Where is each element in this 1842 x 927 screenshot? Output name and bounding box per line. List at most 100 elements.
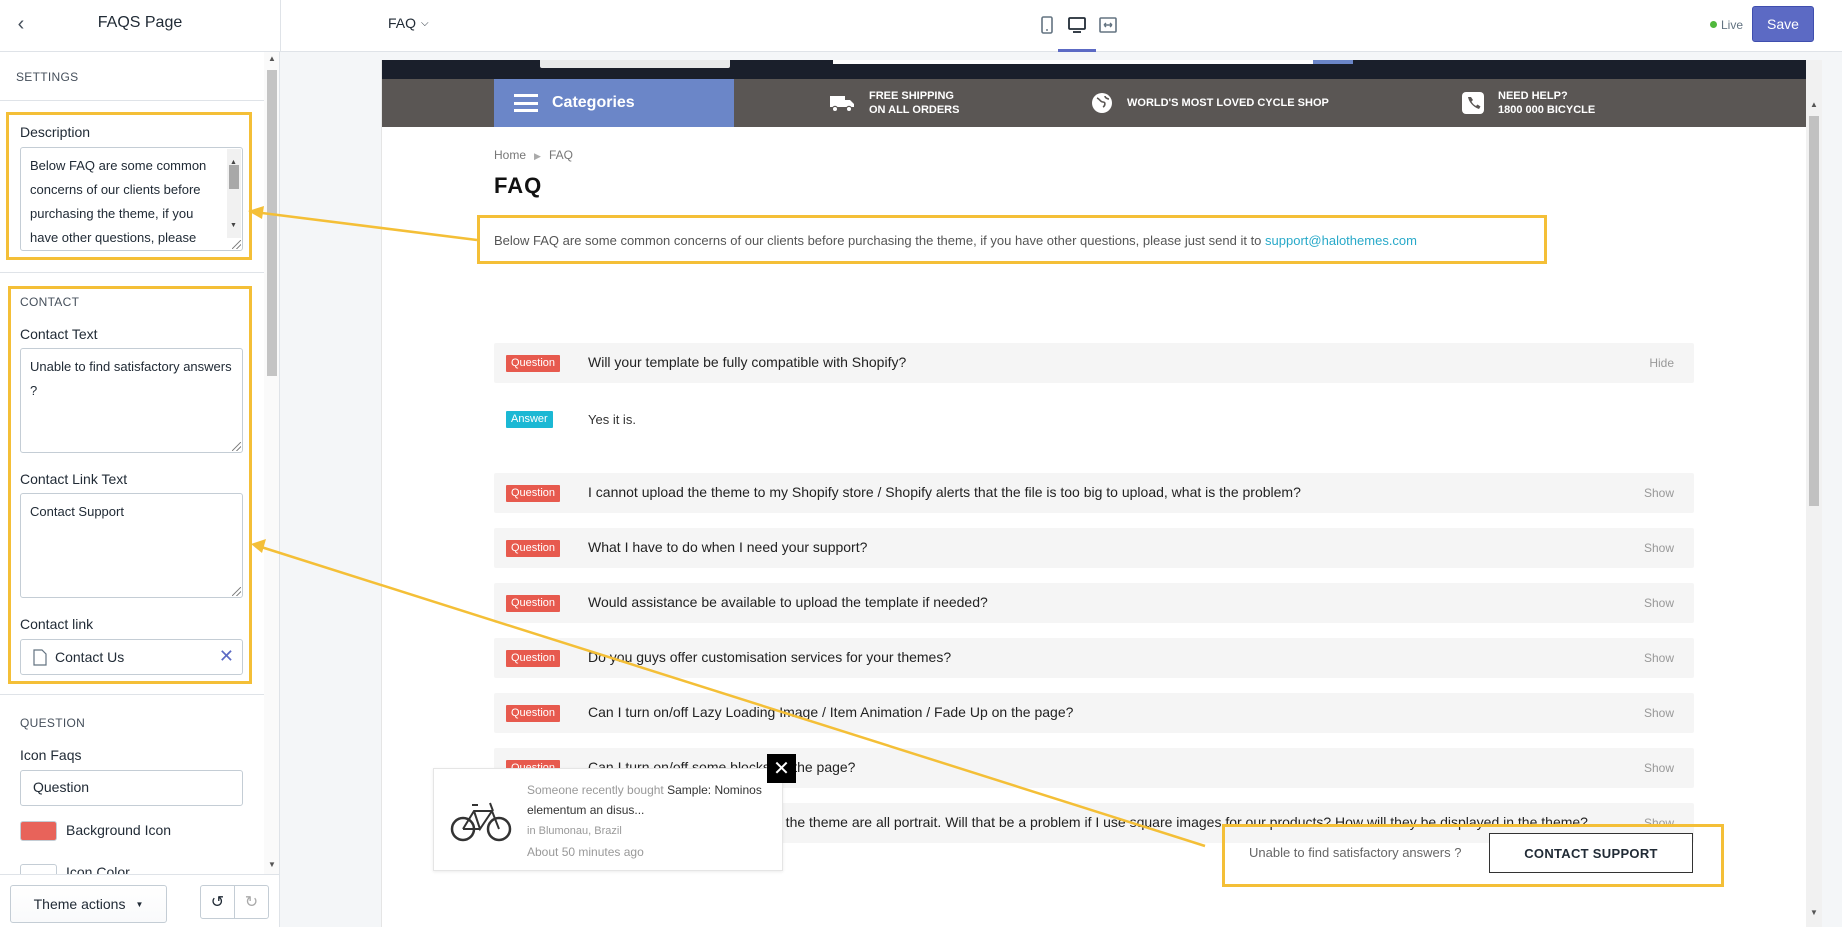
resize-handle-icon[interactable]: [232, 587, 241, 596]
popup-time: About 50 minutes ago: [527, 845, 644, 859]
contact-header: CONTACT: [20, 295, 80, 309]
help-line-2: 1800 000 BICYCLE: [1498, 104, 1596, 116]
show-toggle[interactable]: Show: [1644, 651, 1674, 665]
store-navbar: Categories FREE SHIPPING ON ALL ORDERS WO…: [382, 79, 1806, 127]
textarea-scrollbar[interactable]: ▲ ▼: [227, 149, 241, 238]
undo-button[interactable]: ↺: [200, 885, 235, 919]
contact-link-text-textarea[interactable]: Contact Support: [20, 493, 243, 598]
show-toggle[interactable]: Show: [1644, 596, 1674, 610]
contact-text-label: Contact Text: [20, 326, 98, 342]
show-toggle[interactable]: Show: [1644, 761, 1674, 775]
faq-question-row[interactable]: Question Will your template be fully com…: [494, 343, 1694, 383]
store-logo[interactable]: [540, 60, 730, 68]
clear-link-icon[interactable]: ✕: [219, 646, 234, 667]
faq-question-row[interactable]: Question I cannot upload the theme to my…: [494, 473, 1694, 513]
question-badge: Question: [506, 355, 561, 372]
help-info: NEED HELP? 1800 000 BICYCLE: [1462, 79, 1595, 127]
contact-link-text-label: Contact Link Text: [20, 471, 128, 487]
description-textarea[interactable]: Below FAQ are some common concerns of ou…: [20, 147, 243, 251]
mobile-view-icon[interactable]: [1036, 14, 1058, 36]
sidebar-divider: [0, 272, 264, 273]
page-select-dropdown[interactable]: FAQ ⌵: [388, 15, 429, 31]
categories-menu-button[interactable]: Categories: [494, 79, 734, 127]
popup-location: in Blumonau, Brazil: [527, 825, 622, 837]
hamburger-icon: [514, 94, 538, 112]
undo-icon: ↺: [210, 894, 225, 911]
globe-icon: [1091, 92, 1113, 114]
contact-prompt-text: Unable to find satisfactory answers ?: [1249, 845, 1462, 860]
faq-question-row[interactable]: Question What I have to do when I need y…: [494, 528, 1694, 568]
help-line-1: NEED HELP?: [1498, 90, 1568, 102]
show-toggle[interactable]: Show: [1644, 486, 1674, 500]
settings-header: SETTINGS: [16, 70, 79, 84]
faq-question-row[interactable]: Question Can I turn on/off Lazy Loading …: [494, 693, 1694, 733]
question-text: What I have to do when I need your suppo…: [588, 539, 868, 555]
recent-purchase-popup[interactable]: Someone recently bought Sample: Nominos …: [433, 768, 783, 871]
free-shipping-info: FREE SHIPPING ON ALL ORDERS: [829, 79, 959, 127]
page-select-label: FAQ: [388, 15, 417, 31]
live-status: Live: [1710, 18, 1743, 32]
close-icon[interactable]: ✕: [767, 754, 796, 783]
faq-answer-row: Answer Yes it is.: [494, 399, 1694, 443]
panel-title: FAQS Page: [97, 14, 183, 31]
resize-handle-icon[interactable]: [232, 240, 241, 249]
chevron-down-icon: ⌵: [421, 18, 429, 29]
breadcrumb-home[interactable]: Home: [494, 148, 526, 162]
faq-question-row[interactable]: Question Would assistance be available t…: [494, 583, 1694, 623]
preview-scrollbar[interactable]: ▲ ▼: [1806, 60, 1822, 927]
background-icon-label: Background Icon: [66, 822, 172, 838]
question-text: Would assistance be available to upload …: [588, 594, 988, 610]
editor-topbar: ‹ FAQS Page FAQ ⌵ Live Save: [0, 0, 1842, 52]
contact-text-textarea[interactable]: Unable to find satisfactory answers ?: [20, 348, 243, 453]
truck-icon: [829, 93, 855, 113]
contact-link-picker[interactable]: Contact Us ✕: [20, 639, 243, 675]
phone-icon: [1462, 92, 1484, 114]
breadcrumb-current: FAQ: [548, 148, 573, 162]
save-button[interactable]: Save: [1752, 6, 1814, 42]
hide-toggle[interactable]: Hide: [1649, 356, 1674, 370]
answer-text: Yes it is.: [588, 412, 636, 427]
topbar-divider: [280, 0, 281, 52]
store-header: [382, 60, 1806, 79]
background-icon-swatch[interactable]: [20, 821, 57, 841]
contact-link-text-value: Contact Support: [30, 504, 124, 519]
sidebar-scrollbar[interactable]: ▲ ▼: [264, 52, 279, 874]
question-badge: Question: [506, 540, 561, 557]
shipping-line-2: ON ALL ORDERS: [869, 104, 960, 116]
settings-sidebar: SETTINGS Description Below FAQ are some …: [0, 52, 280, 927]
question-header: QUESTION: [20, 716, 86, 730]
redo-icon: ↻: [244, 894, 259, 911]
store-search-input[interactable]: [833, 60, 1313, 64]
icon-faqs-label: Icon Faqs: [20, 747, 82, 763]
question-text: I cannot upload the theme to my Shopify …: [588, 484, 1301, 500]
question-badge: Question: [506, 595, 561, 612]
redo-button[interactable]: ↻: [234, 885, 269, 919]
icon-faqs-input[interactable]: Question: [20, 770, 243, 806]
fullscreen-view-icon[interactable]: [1097, 14, 1119, 36]
support-email-link[interactable]: support@halothemes.com: [1265, 233, 1417, 248]
sidebar-divider: [0, 694, 264, 695]
faq-description-text: Below FAQ are some common concerns of ou…: [494, 233, 1262, 248]
contact-text-value: Unable to find satisfactory answers ?: [30, 359, 232, 398]
faq-question-row[interactable]: Question Do you guys offer customisation…: [494, 638, 1694, 678]
contact-support-button[interactable]: CONTACT SUPPORT: [1489, 833, 1693, 873]
question-text: Can I turn on/off Lazy Loading Image / I…: [588, 704, 1074, 720]
caret-down-icon: ▼: [135, 899, 144, 909]
show-toggle[interactable]: Show: [1644, 541, 1674, 555]
sidebar-footer: Theme actions ▼ ↺ ↻: [0, 874, 279, 927]
show-toggle[interactable]: Show: [1644, 706, 1674, 720]
theme-actions-button[interactable]: Theme actions ▼: [10, 885, 167, 923]
resize-handle-icon[interactable]: [232, 442, 241, 451]
description-value: Below FAQ are some common concerns of ou…: [30, 158, 207, 245]
chevron-right-icon: ▶: [534, 151, 541, 161]
answer-badge: Answer: [506, 411, 553, 428]
question-badge: Question: [506, 650, 561, 667]
question-text: Will your template be fully compatible w…: [588, 354, 907, 370]
show-toggle[interactable]: Show: [1644, 816, 1674, 830]
live-status-label: Live: [1721, 18, 1744, 32]
store-search-button[interactable]: [1313, 60, 1353, 64]
contact-link-value: Contact Us: [55, 649, 125, 665]
description-label: Description: [20, 124, 91, 140]
contact-link-label: Contact link: [20, 616, 94, 632]
desktop-view-icon[interactable]: [1058, 14, 1096, 52]
